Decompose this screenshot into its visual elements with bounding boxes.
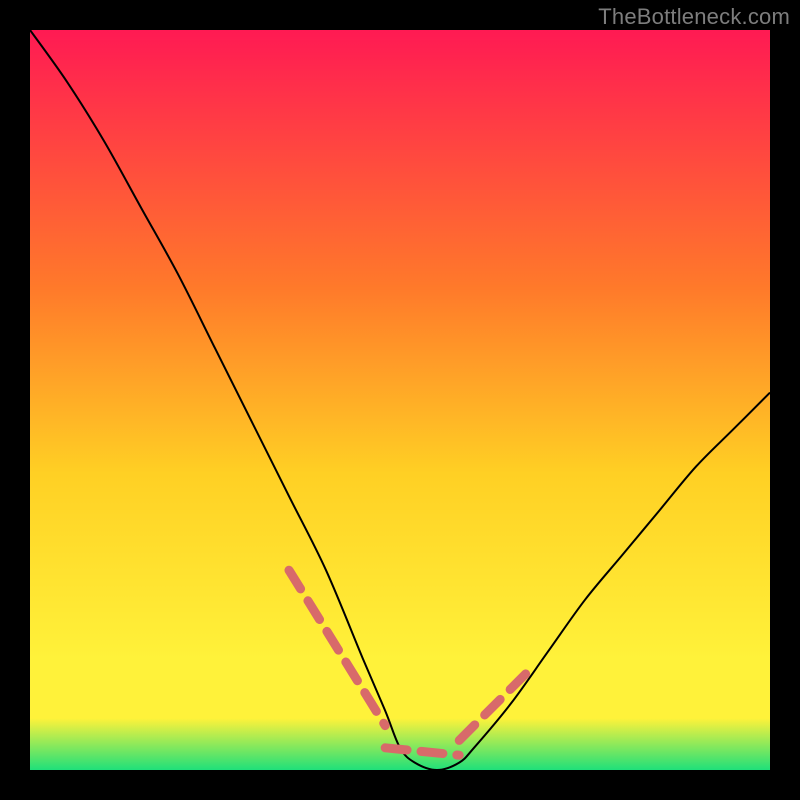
accent-dash-floor xyxy=(385,748,459,755)
curve-layer xyxy=(30,30,770,770)
chart-frame: TheBottleneck.com xyxy=(0,0,800,800)
watermark-text: TheBottleneck.com xyxy=(598,4,790,30)
plot-area xyxy=(30,30,770,770)
bottleneck-curve xyxy=(30,30,770,770)
accent-dash-right xyxy=(459,666,533,740)
